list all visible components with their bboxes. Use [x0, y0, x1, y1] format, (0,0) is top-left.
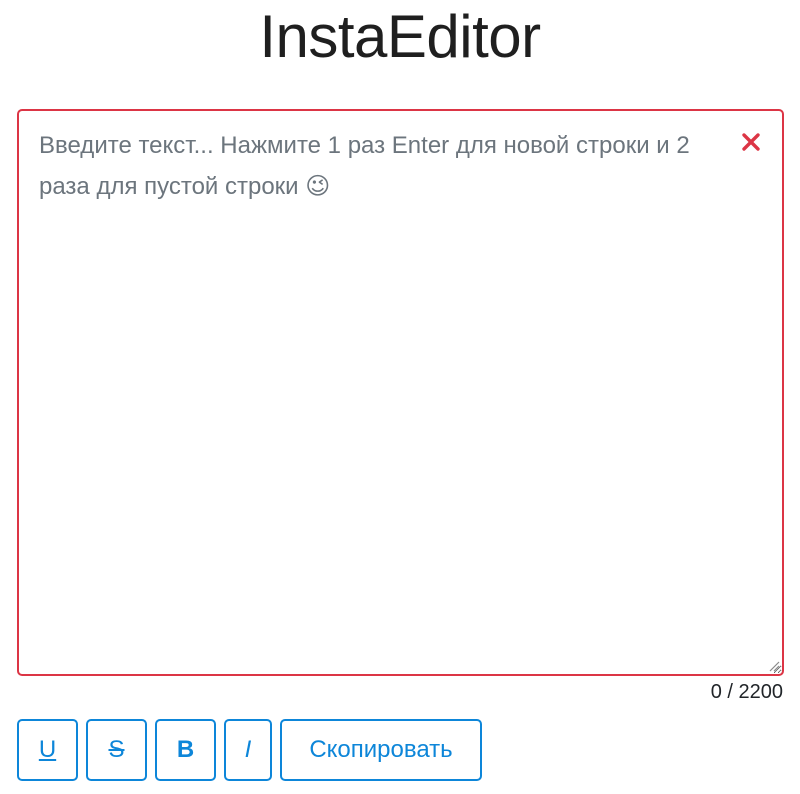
underline-button[interactable]: U: [17, 719, 78, 781]
copy-button[interactable]: Скопировать: [280, 719, 482, 781]
strikethrough-button[interactable]: S: [86, 719, 147, 781]
app-title: InstaEditor: [259, 3, 541, 70]
bold-button[interactable]: B: [155, 719, 216, 781]
formatting-toolbar: U S B I Скопировать: [17, 719, 482, 781]
editor-container: [17, 109, 784, 676]
italic-button[interactable]: I: [224, 719, 272, 781]
character-counter: 0 / 2200: [710, 681, 783, 703]
post-text-input[interactable]: [17, 109, 784, 676]
clear-text-icon[interactable]: [740, 131, 762, 153]
